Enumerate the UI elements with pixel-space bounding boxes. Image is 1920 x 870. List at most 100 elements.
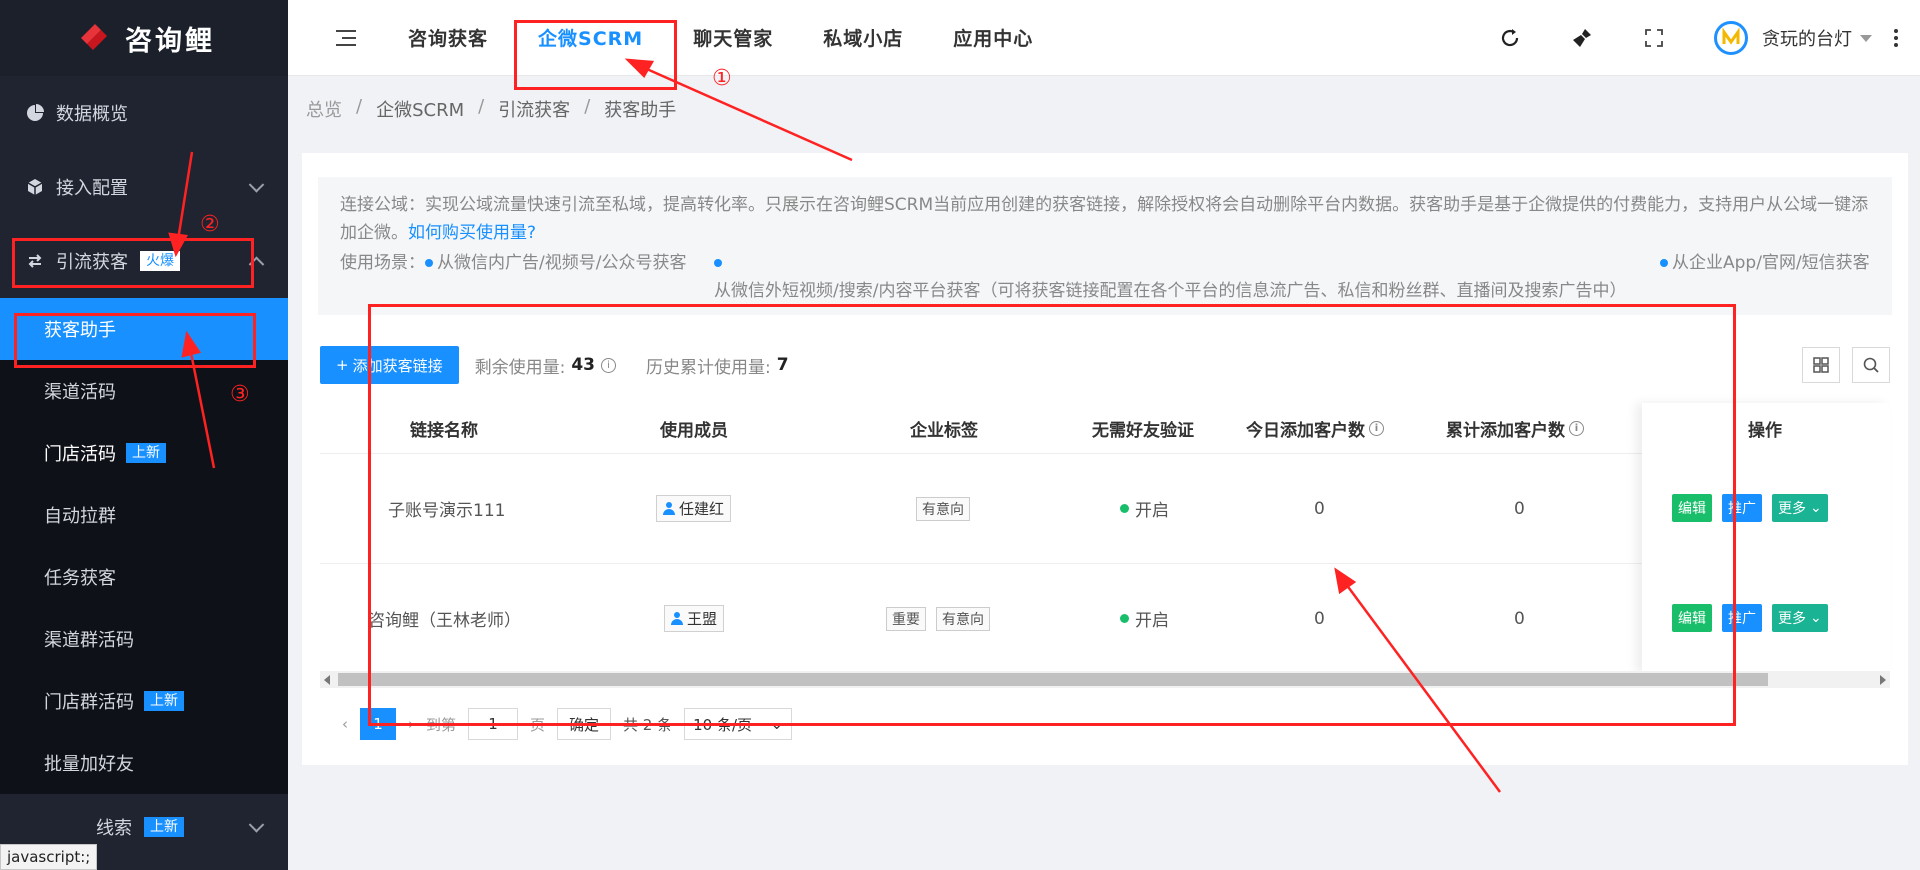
scrollbar-thumb[interactable] bbox=[338, 673, 1768, 686]
total-count-label: 共 2 条 bbox=[623, 715, 673, 734]
verify-cell: 开启 bbox=[1120, 454, 1169, 563]
new-badge: 上新 bbox=[126, 443, 166, 463]
history-usage: 历史累计使用量: 7 bbox=[646, 353, 789, 378]
bullet-dot bbox=[1660, 259, 1668, 267]
table-toolbar: + 添加获客链接 剩余使用量: 43 i 历史累计使用量: 7 bbox=[320, 345, 1890, 385]
member-name: 王盟 bbox=[687, 610, 718, 628]
clean-brush-icon[interactable] bbox=[1570, 26, 1594, 50]
sidebar-item-label: 线索 bbox=[96, 818, 132, 839]
refresh-icon[interactable] bbox=[1498, 26, 1522, 50]
info-icon[interactable]: i bbox=[1569, 420, 1584, 436]
sidebar-item-data-overview[interactable]: 数据概览 bbox=[0, 76, 288, 150]
caret-down-icon[interactable] bbox=[1860, 34, 1872, 42]
info-icon[interactable]: i bbox=[1369, 420, 1384, 436]
page-size-select[interactable]: 10 条/页 ⌄ bbox=[684, 708, 793, 740]
sidebar-item-store-code[interactable]: 门店活码 上新 bbox=[0, 422, 288, 484]
more-vertical-icon[interactable] bbox=[1894, 29, 1898, 47]
tab-chat-manager[interactable]: 聊天管家 bbox=[693, 24, 773, 51]
sidebar-item-acquisition-assistant[interactable]: 获客助手 bbox=[0, 298, 288, 360]
avatar[interactable] bbox=[1714, 21, 1748, 55]
notice-box: 连接公域：实现公域流量快速引流至私域，提高转化率。只展示在咨询鲤SCRM当前应用… bbox=[318, 177, 1892, 315]
status-dot bbox=[1120, 614, 1129, 623]
username[interactable]: 贪玩的台灯 bbox=[1762, 25, 1852, 51]
new-badge: 上新 bbox=[144, 817, 184, 837]
info-icon[interactable]: i bbox=[601, 357, 616, 373]
sidebar-item-label: 接入配置 bbox=[56, 178, 128, 199]
confirm-button[interactable]: 确定 bbox=[557, 708, 612, 740]
swap-icon bbox=[28, 254, 42, 268]
member-cell: 任建红 bbox=[656, 454, 732, 563]
tab-consult-acquisition[interactable]: 咨询获客 bbox=[408, 24, 488, 51]
breadcrumb-item[interactable]: 企微SCRM bbox=[376, 96, 464, 122]
tab-app-center[interactable]: 应用中心 bbox=[953, 24, 1033, 51]
horizontal-scrollbar[interactable] bbox=[320, 671, 1890, 688]
sidebar-item-label: 渠道活码 bbox=[44, 382, 116, 403]
chevron-down-icon: ⌄ bbox=[770, 715, 784, 733]
sidebar-item-channel-group-code[interactable]: 渠道群活码 bbox=[0, 608, 288, 670]
more-label: 更多 bbox=[1778, 501, 1806, 517]
sidebar-item-access-config[interactable]: 接入配置 bbox=[0, 150, 288, 224]
page-unit-label: 页 bbox=[530, 715, 546, 734]
column-settings-icon[interactable] bbox=[1802, 347, 1840, 383]
link-name: 咨询鲤（王林老师） bbox=[368, 611, 521, 631]
scenario-text: 从企业App/官网/短信获客 bbox=[1672, 253, 1870, 273]
column-header-total: 累计添加客户数 i bbox=[1446, 403, 1584, 453]
fullscreen-icon[interactable] bbox=[1642, 26, 1666, 50]
more-button[interactable]: 更多 ⌄ bbox=[1772, 494, 1828, 522]
chevron-down-icon bbox=[248, 817, 265, 833]
chevron-down-icon bbox=[248, 177, 265, 193]
more-button[interactable]: 更多 ⌄ bbox=[1772, 604, 1828, 632]
app-logo[interactable]: 咨询鲤 bbox=[0, 0, 288, 76]
how-to-buy-link[interactable]: 如何购买使用量? bbox=[408, 223, 536, 243]
search-icon[interactable] bbox=[1852, 347, 1890, 383]
breadcrumb-item[interactable]: 总览 bbox=[306, 96, 342, 122]
sidebar-item-store-group-code[interactable]: 门店群活码 上新 bbox=[0, 670, 288, 732]
next-page-icon[interactable]: › bbox=[408, 715, 414, 733]
content-card: 连接公域：实现公域流量快速引流至私域，提高转化率。只展示在咨询鲤SCRM当前应用… bbox=[302, 153, 1908, 765]
column-header-label: 累计添加客户数 bbox=[1446, 420, 1565, 441]
user-icon bbox=[663, 502, 675, 515]
tab-private-shop[interactable]: 私域小店 bbox=[823, 24, 903, 51]
breadcrumb-separator: / bbox=[356, 96, 363, 117]
column-header-actions: 操作 bbox=[1748, 420, 1782, 441]
sidebar-item-label: 批量加好友 bbox=[44, 754, 134, 775]
scenario-item: 从微信外短视频/搜索/内容平台获客（可将获客链接配置在各个平台的信息流广告、私信… bbox=[714, 249, 1634, 305]
plus-icon: + bbox=[336, 356, 349, 374]
tab-wecom-scrm[interactable]: 企微SCRM bbox=[538, 24, 643, 51]
page-number-current[interactable]: 1 bbox=[360, 708, 396, 740]
enterprise-tag: 重要 bbox=[886, 606, 926, 631]
history-label: 历史累计使用量: bbox=[646, 357, 771, 378]
sidebar-item-batch-add-friends[interactable]: 批量加好友 bbox=[0, 732, 288, 794]
breadcrumb-separator: / bbox=[478, 96, 485, 117]
column-header-tags: 企业标签 bbox=[910, 420, 978, 441]
total-count: 0 bbox=[1514, 608, 1525, 629]
sidebar-item-task-acquisition[interactable]: 任务获客 bbox=[0, 546, 288, 608]
promote-button[interactable]: 推广 bbox=[1722, 604, 1762, 632]
remaining-label: 剩余使用量: bbox=[474, 357, 566, 378]
sidebar-item-label: 门店群活码 bbox=[44, 692, 134, 713]
menu-fold-icon[interactable] bbox=[336, 29, 356, 46]
sidebar-item-label: 门店活码 bbox=[44, 444, 116, 465]
promote-button[interactable]: 推广 bbox=[1722, 494, 1762, 522]
breadcrumb-item[interactable]: 引流获客 bbox=[498, 96, 570, 122]
edit-button[interactable]: 编辑 bbox=[1672, 494, 1712, 522]
sidebar-item-lead-generation[interactable]: 引流获客 火爆 bbox=[0, 224, 288, 298]
enterprise-tag: 有意向 bbox=[936, 606, 990, 631]
history-value: 7 bbox=[776, 355, 789, 375]
links-table: 链接名称 使用成员 企业标签 无需好友验证 今日添加客户数 i 累计添加客户数 i … bbox=[320, 403, 1890, 673]
scroll-right-icon[interactable] bbox=[1880, 675, 1886, 685]
goto-page-input[interactable]: 1 bbox=[468, 708, 519, 740]
chevron-down-icon: ⌄ bbox=[1810, 500, 1822, 516]
scroll-left-icon[interactable] bbox=[324, 675, 330, 685]
chevron-up-icon bbox=[248, 256, 265, 273]
edit-button[interactable]: 编辑 bbox=[1672, 604, 1712, 632]
prev-page-icon[interactable]: ‹ bbox=[342, 715, 348, 733]
verify-status: 开启 bbox=[1135, 501, 1169, 521]
scenario-item: 从企业App/官网/短信获客 bbox=[1660, 249, 1890, 277]
sidebar: 咨询鲤 数据概览 接入配置 引流获客 火爆 获客助手 渠道活码 门店活码 上新 自… bbox=[0, 0, 288, 870]
enterprise-tag: 有意向 bbox=[916, 496, 970, 521]
sidebar-item-auto-group[interactable]: 自动拉群 bbox=[0, 484, 288, 546]
member-tag: 任建红 bbox=[656, 495, 732, 522]
today-count: 0 bbox=[1314, 608, 1325, 629]
add-link-button[interactable]: + 添加获客链接 bbox=[320, 346, 459, 384]
